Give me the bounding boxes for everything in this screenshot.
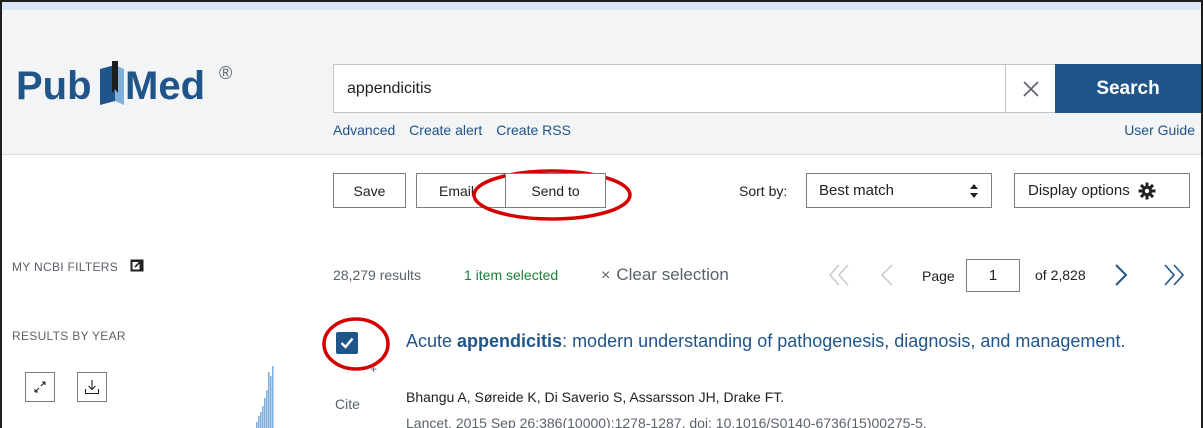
result-title-link[interactable]: Acute appendicitis: modern understanding… [406, 328, 1166, 354]
clear-selection-x-icon: × [601, 267, 611, 284]
result-citation: Lancet. 2015 Sep 26;386(10000):1278-1287… [406, 415, 927, 428]
search-input[interactable] [334, 65, 1004, 112]
page-total: of 2,828 [1035, 267, 1086, 283]
external-link-icon [130, 259, 144, 272]
results-toolbar: Save Email Send to Sort by: Best match D… [2, 156, 1201, 230]
last-page-icon[interactable] [1162, 263, 1186, 287]
check-icon [340, 337, 354, 349]
result-checkbox[interactable] [336, 332, 358, 354]
page-number-input[interactable]: 1 [966, 259, 1020, 292]
results-count: 28,279 results [333, 267, 421, 283]
user-guide-link[interactable]: User Guide [1124, 122, 1195, 138]
title-part-2: : modern understanding of pathogenesis, … [562, 331, 1126, 351]
logo-pub-text: Pub [16, 64, 92, 108]
items-selected: 1 item selected [464, 267, 559, 283]
expand-chart-button[interactable] [25, 372, 55, 402]
download-icon [84, 380, 100, 395]
close-icon [1022, 80, 1039, 97]
save-button[interactable]: Save [333, 173, 406, 208]
create-rss-link[interactable]: Create RSS [496, 122, 571, 138]
create-alert-link[interactable]: Create alert [409, 122, 482, 138]
sort-arrows-icon [970, 184, 978, 198]
search-button[interactable]: Search [1055, 64, 1201, 113]
email-button-label: Email [439, 182, 475, 199]
masthead: Pub Med ® Search Advanced Create alert C… [2, 10, 1201, 155]
my-ncbi-filters-text: MY NCBI FILTERS [12, 260, 119, 274]
sort-by-label: Sort by: [739, 183, 788, 199]
title-part-1: Acute [406, 331, 458, 351]
browser-frame: Pub Med ® Search Advanced Create alert C… [0, 0, 1203, 428]
pubmed-logo[interactable]: Pub Med ® [14, 55, 254, 111]
advanced-link[interactable]: Advanced [333, 122, 395, 138]
clear-selection-button[interactable]: × Clear selection [601, 265, 729, 285]
email-button[interactable]: Email [416, 173, 511, 208]
gear-icon [1138, 182, 1156, 199]
add-icon[interactable]: + [370, 362, 377, 376]
sort-select[interactable]: Best match [806, 173, 992, 208]
results-by-year-label: RESULTS BY YEAR [12, 329, 126, 343]
send-to-button[interactable]: Send to [505, 173, 606, 208]
first-page-icon[interactable] [828, 263, 850, 287]
previous-page-icon[interactable] [879, 263, 895, 287]
top-band [2, 2, 1201, 10]
expand-icon [34, 381, 46, 393]
logo-book-icon [100, 61, 124, 105]
search-links: Advanced Create alert Create RSS [333, 122, 581, 138]
logo-med-text: Med [125, 64, 205, 108]
clear-selection-label: Clear selection [616, 265, 729, 284]
next-page-icon[interactable] [1113, 263, 1129, 287]
sort-value: Best match [819, 182, 895, 199]
my-ncbi-filters-label[interactable]: MY NCBI FILTERS [12, 259, 144, 274]
result-authors: Bhangu A, Søreide K, Di Saverio S, Assar… [406, 389, 785, 405]
page-label: Page [922, 268, 955, 284]
search-box [333, 64, 1055, 113]
display-options-label: Display options [1028, 182, 1130, 199]
display-options-button[interactable]: Display options [1014, 173, 1190, 208]
results-by-year-histogram[interactable] [242, 362, 282, 428]
logo-registered-mark: ® [219, 63, 232, 83]
cite-button[interactable]: Cite [335, 396, 360, 412]
clear-search-button[interactable] [1005, 65, 1055, 112]
download-chart-button[interactable] [77, 372, 107, 402]
title-highlight: appendicitis [457, 331, 563, 351]
